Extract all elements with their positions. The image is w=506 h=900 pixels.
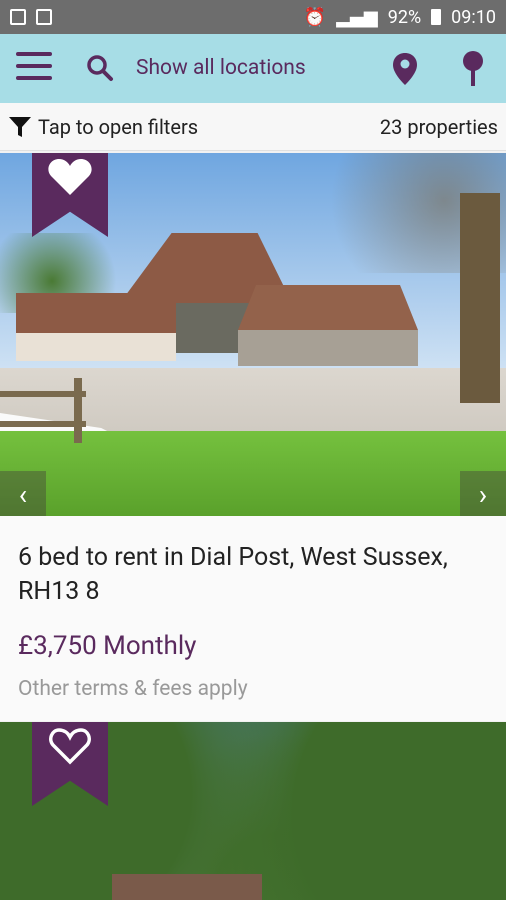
listing-card[interactable]: ‹ › 6 bed to rent in Dial Post, West Sus… bbox=[0, 153, 506, 721]
filter-label: Tap to open filters bbox=[38, 114, 199, 139]
location-marker-icon[interactable] bbox=[460, 50, 486, 88]
next-photo-button[interactable]: › bbox=[460, 471, 506, 516]
status-bar: ⏰ ▂▄▆ 92% 09:10 bbox=[0, 0, 506, 34]
search-icon[interactable] bbox=[86, 54, 114, 82]
menu-icon[interactable] bbox=[16, 52, 52, 84]
filter-bar: Tap to open filters 23 properties bbox=[0, 103, 506, 151]
map-pin-icon[interactable] bbox=[392, 52, 418, 86]
listing-terms: Other terms & fees apply bbox=[18, 677, 248, 701]
app-bar: Show all locations bbox=[0, 34, 506, 103]
signal-icon: ▂▄▆ bbox=[336, 6, 378, 28]
listing-price: £3,750 Monthly bbox=[18, 631, 197, 661]
listing-card[interactable] bbox=[0, 722, 506, 900]
battery-level: 92% bbox=[387, 6, 422, 28]
heart-outline-icon bbox=[49, 728, 91, 765]
battery-icon bbox=[431, 9, 442, 25]
filter-icon bbox=[9, 116, 31, 137]
clock: 09:10 bbox=[451, 6, 496, 28]
property-count: 23 properties bbox=[379, 114, 498, 139]
download-notification-icon bbox=[36, 9, 52, 25]
heart-filled-icon bbox=[48, 159, 92, 195]
location-search-field[interactable]: Show all locations bbox=[136, 56, 306, 80]
listing-title[interactable]: 6 bed to rent in Dial Post, West Sussex,… bbox=[18, 541, 488, 609]
alarm-icon: ⏰ bbox=[303, 6, 327, 28]
gallery-notification-icon bbox=[10, 9, 26, 25]
open-filters-button[interactable]: Tap to open filters bbox=[8, 115, 198, 139]
previous-photo-button[interactable]: ‹ bbox=[0, 471, 46, 516]
